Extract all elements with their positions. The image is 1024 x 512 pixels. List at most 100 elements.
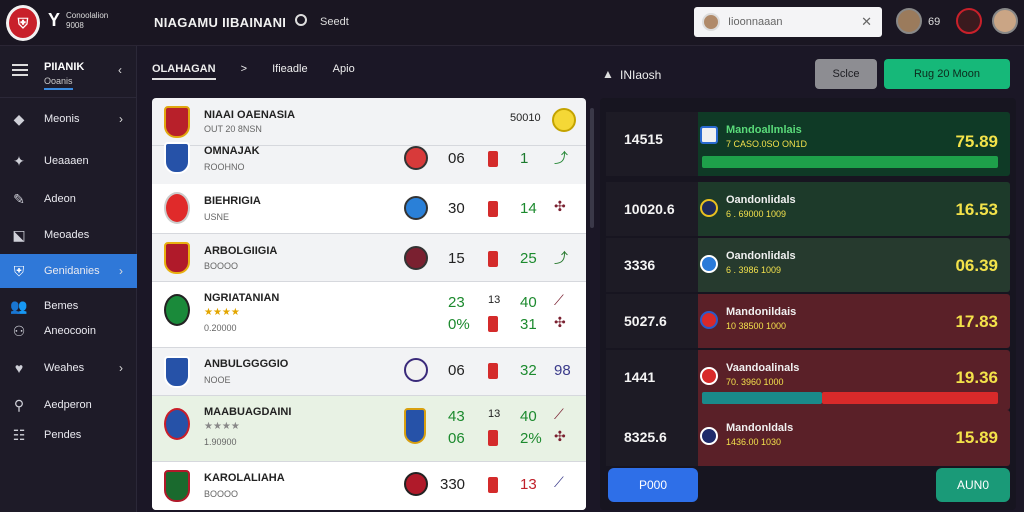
sidebar-item-label: Genidanies	[44, 265, 100, 277]
odds-subtitle: 1436.00 1030	[726, 437, 782, 447]
odds-row[interactable]: 3336 Oandonlidals 6 . 3986 1009 06.39	[606, 238, 1010, 292]
sidebar-item-active[interactable]: ⛨ Genidanies ›	[0, 254, 137, 288]
red-card-icon	[488, 316, 498, 332]
odds-team-name: Vaandoalinals	[726, 362, 800, 374]
odds-value[interactable]: 19.36	[955, 368, 998, 388]
odds-subtitle: 7 CASO.0SO ON1D	[726, 139, 808, 149]
stat-value: 98	[554, 362, 571, 379]
app-logo[interactable]: ⛨	[6, 5, 40, 41]
brand-subtitle-line-2: 9008	[66, 21, 84, 30]
list-scrollbar[interactable]	[590, 108, 594, 228]
brand-subtitle: Conoolalion 9008	[66, 11, 108, 31]
sidebar-subtitle[interactable]: Ooanis	[44, 76, 73, 90]
team-name: KAROLALIAHA	[204, 472, 285, 484]
team-name: BIEHRIGIA	[204, 195, 261, 207]
sidebar-item-label: Meoades	[44, 229, 90, 241]
users-icon: 👥	[10, 298, 28, 314]
sidebar-item-7[interactable]: ⚇ Aneocooin	[0, 314, 137, 348]
team-subtitle: BOOOO	[204, 489, 239, 499]
red-card-icon	[488, 363, 498, 379]
sidebar-item-8[interactable]: ♥ Weahes ›	[0, 351, 137, 385]
table-row[interactable]: OMNAJAK ROOHNO 06 1 ⤴	[152, 134, 586, 184]
odds-row[interactable]: 10020.6 Oandonlidals 6 . 69000 1009 16.5…	[606, 182, 1010, 236]
account-avatar[interactable]	[992, 8, 1018, 34]
odds-row[interactable]: 1441 Vaandoalinals 70. 3960 1000 19.36	[606, 350, 1010, 410]
odds-value[interactable]: 06.39	[955, 256, 998, 276]
table-row[interactable]: ARBOLGIIGIA BOOOO 15 25 ⤴	[152, 234, 586, 282]
select-button[interactable]: Sclce	[815, 59, 877, 89]
team-crest-icon	[164, 470, 190, 502]
stat-value: 13	[488, 408, 501, 420]
sidebar-item-10[interactable]: ☷ Pendes	[0, 418, 137, 452]
team-crest-icon	[164, 294, 190, 326]
odds-row[interactable]: 14515 Mandoallmlais 7 CASO.0SO ON1D 75.8…	[606, 112, 1010, 176]
chevron-left-icon[interactable]: ‹	[118, 63, 122, 77]
app-title: NIAGAMU IIBAINANI	[154, 15, 287, 30]
sidebar-item-1[interactable]: ◆ Meonis ›	[0, 102, 137, 136]
table-row[interactable]: ANBULGGGGIO NOOE 06 32 98	[152, 348, 586, 396]
sidebar-item-label: Meonis	[44, 113, 80, 125]
odds-subtitle: 70. 3960 1000	[726, 377, 784, 387]
odds-value[interactable]: 75.89	[955, 132, 998, 152]
red-card-icon	[488, 151, 498, 167]
odds-left-value: 5027.6	[624, 313, 667, 329]
table-row[interactable]: BIEHRIGIA USNE 30 14 ✣	[152, 184, 586, 234]
team-crest-icon	[164, 408, 190, 440]
trend-icon: ⟋	[554, 474, 564, 490]
red-card-icon	[488, 477, 498, 493]
team-name: NIAAI OAENASIA	[204, 109, 296, 121]
score: 15	[448, 250, 465, 267]
breadcrumb-item[interactable]: OLAHAGAN	[152, 63, 216, 80]
sidebar-item-3[interactable]: ✎ Adeon	[0, 182, 137, 216]
sidebar-item-label: Aedperon	[44, 399, 92, 411]
odds-row[interactable]: 5027.6 Mandonildais 10 38500 1000 17.83	[606, 294, 1010, 348]
sidebar-item-9[interactable]: ⚲ Aedperon	[0, 388, 137, 422]
stat-value: 40	[520, 408, 537, 425]
stat-value: 0%	[448, 316, 470, 333]
club-avatar[interactable]	[956, 8, 982, 34]
team-subtitle: 1.90900	[204, 437, 237, 447]
odds-row[interactable]: 8325.6 Mandonldals 1436.00 1030 15.89	[606, 410, 1010, 466]
primary-action-button[interactable]: Rug 20 Moon	[884, 59, 1010, 89]
team-crest-icon	[164, 356, 190, 388]
odds-value[interactable]: 15.89	[955, 428, 998, 448]
sidebar-item-2[interactable]: ✦ Ueaaaen	[0, 144, 137, 178]
trend-icon: ⤴	[554, 150, 568, 166]
table-row[interactable]: KAROLALIAHA BOOOO 330 13 ⟋	[152, 462, 586, 510]
breadcrumb-item[interactable]: Ifieadle	[272, 63, 307, 75]
stat-value: 25	[520, 250, 537, 267]
progress-bar-right	[822, 392, 998, 404]
team-name: ANBULGGGGIO	[204, 358, 289, 370]
trend-icon: ⟋	[554, 292, 564, 308]
odds-subtitle: 10 38500 1000	[726, 321, 787, 331]
search-icon: ⚲	[13, 397, 25, 413]
header-link[interactable]: Seedt	[320, 16, 349, 28]
table-row[interactable]: MAABUAGDAINI ★★★★ 1.90900 43 06 13 40 2%…	[152, 396, 586, 462]
stat-value: 43	[448, 408, 465, 425]
odds-value[interactable]: 17.83	[955, 312, 998, 332]
team-subtitle: USNE	[204, 212, 230, 222]
team-crest-icon	[164, 242, 190, 274]
odds-value[interactable]: 16.53	[955, 200, 998, 220]
rating-stars: ★★★★	[204, 307, 240, 318]
stat-value: 13	[488, 294, 501, 306]
odds-left-value: 8325.6	[624, 429, 667, 445]
table-row[interactable]: NGRIATANIAN ★★★★ 0.20000 23 0% 13 40 31 …	[152, 282, 586, 348]
brand-name: Y	[48, 10, 61, 30]
breadcrumb-item[interactable]: Apio	[333, 63, 355, 75]
red-card-icon	[488, 430, 498, 446]
info-icon[interactable]	[295, 14, 307, 26]
search-input[interactable]: Iioonnaaan	[728, 16, 782, 28]
close-icon[interactable]: ✕	[861, 14, 872, 30]
odds-team-name: Mandonldals	[726, 422, 794, 434]
menu-icon[interactable]	[12, 64, 28, 76]
search-bar[interactable]: Iioonnaaan ✕	[694, 7, 882, 37]
profile-avatar[interactable]	[896, 8, 922, 34]
odds-left-value: 3336	[624, 257, 656, 273]
sidebar-item-label: Pendes	[44, 429, 82, 441]
team-crest-icon	[700, 255, 718, 273]
arrow-icon: ⬕	[12, 227, 26, 243]
confirm-button[interactable]: AUN0	[936, 468, 1010, 502]
secondary-action-button[interactable]: P000	[608, 468, 698, 502]
sidebar-item-4[interactable]: ⬕ Meoades	[0, 218, 137, 252]
